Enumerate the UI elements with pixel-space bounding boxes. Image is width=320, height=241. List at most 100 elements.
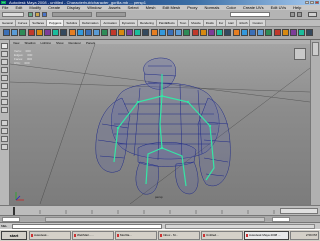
shelf-tab-general[interactable]: General xyxy=(0,20,16,26)
channel-box-tab[interactable] xyxy=(312,42,319,56)
select-tool-icon[interactable] xyxy=(1,43,8,49)
shelf-tab-animation[interactable]: Animation xyxy=(101,20,120,26)
scale-tool-icon[interactable] xyxy=(1,83,8,89)
shelf-tool-icon[interactable] xyxy=(175,29,183,36)
shelf-tab-custom[interactable]: Custom xyxy=(250,20,266,26)
shelf-tabs: General Curves Surfaces Polygons Subdivs Defo… xyxy=(0,20,320,27)
shelf-tool-icon[interactable] xyxy=(273,29,281,36)
taskbar-button[interactable]: Untitled... xyxy=(201,231,243,240)
shelf-tab-painteffects[interactable]: PaintEffects xyxy=(156,20,178,26)
taskbar-button[interactable]: Mozilla... xyxy=(115,231,157,240)
single-pane-layout-icon[interactable] xyxy=(1,120,8,126)
shelf-tool-icon[interactable] xyxy=(76,29,84,36)
shelf-tool-icon[interactable] xyxy=(224,29,232,36)
manipulator-tool-icon[interactable] xyxy=(1,91,8,97)
shelf-tool-icon[interactable] xyxy=(134,29,142,36)
shelf-tool-icon[interactable] xyxy=(298,29,306,36)
selection-mask-icons[interactable] xyxy=(52,12,92,17)
shelf-tool-icon[interactable] xyxy=(35,29,43,36)
shelf-tool-icon[interactable] xyxy=(68,29,76,36)
taskbar-button-label: Autodesk Maya 2008 ... xyxy=(249,233,281,237)
app-icon xyxy=(160,234,162,237)
render-icon[interactable] xyxy=(290,12,295,17)
shelf-tool-icon[interactable] xyxy=(109,29,117,36)
shelf-tool-icon[interactable] xyxy=(183,29,191,36)
shelf-tool-icon[interactable] xyxy=(240,29,248,36)
shelf-tool-icon[interactable] xyxy=(208,29,215,36)
shelf-tool-icon[interactable] xyxy=(199,29,207,36)
close-button[interactable] xyxy=(315,1,319,4)
shelf-tool-icon[interactable] xyxy=(85,29,92,36)
status-line xyxy=(0,10,320,20)
taskbar-button[interactable]: WebMail - ... xyxy=(72,231,114,240)
shelf-tool-icon[interactable] xyxy=(257,29,265,36)
lasso-tool-icon[interactable] xyxy=(1,51,8,57)
shelf-tool-icon[interactable] xyxy=(232,29,240,36)
soft-mod-tool-icon[interactable] xyxy=(1,99,8,105)
maximize-button[interactable] xyxy=(310,1,314,4)
app-icon xyxy=(203,234,205,237)
show-manipulator-icon[interactable] xyxy=(1,107,8,113)
shelf-tab-fur[interactable]: Fur xyxy=(216,20,227,26)
shelf-tool-icon[interactable] xyxy=(306,29,314,36)
shelf-tab-deformation[interactable]: Deformation xyxy=(80,20,102,26)
persp-outliner-layout-icon[interactable] xyxy=(1,136,8,142)
minimize-button[interactable] xyxy=(305,1,309,4)
open-scene-icon[interactable] xyxy=(35,12,40,17)
shelf-tool-icon[interactable] xyxy=(93,29,101,36)
shelf-tool-icon[interactable] xyxy=(19,29,27,36)
move-tool-icon[interactable] xyxy=(1,67,8,73)
shelf-tool-icon[interactable] xyxy=(216,29,224,36)
shelf-tool-icon[interactable] xyxy=(281,29,289,36)
shelf-tab-curves[interactable]: Curves xyxy=(15,20,31,26)
paint-select-tool-icon[interactable] xyxy=(1,59,8,65)
shelf-tool-icon[interactable] xyxy=(101,29,109,36)
shelf-tab-ncloth[interactable]: nCloth xyxy=(236,20,251,26)
shelf-tab-muscle[interactable]: Muscle xyxy=(189,20,204,26)
taskbar-button[interactable]: Autodesk... xyxy=(29,231,71,240)
shelf-tab-polygons[interactable]: Polygons xyxy=(47,20,65,26)
shelf-tool-icon[interactable] xyxy=(158,29,166,36)
shelf-tool-icon[interactable] xyxy=(290,29,297,36)
shelf-tool-icon[interactable] xyxy=(191,29,199,36)
shelf-tool-icon[interactable] xyxy=(44,29,51,36)
shelf-tool-icon[interactable] xyxy=(126,29,133,36)
shelf-tab-hair[interactable]: Hair xyxy=(226,20,237,26)
save-scene-icon[interactable] xyxy=(42,12,47,17)
new-scene-icon[interactable] xyxy=(28,12,33,17)
shelf-tool-icon[interactable] xyxy=(60,29,68,36)
shelf-tool-icon[interactable] xyxy=(249,29,256,36)
shelf-tool-icon[interactable] xyxy=(3,29,10,36)
shelf-tab-toon[interactable]: Toon xyxy=(177,20,190,26)
ipr-render-icon[interactable] xyxy=(297,12,302,17)
shelf-tool-icon[interactable] xyxy=(265,29,273,36)
quick-rename-field[interactable] xyxy=(230,12,270,17)
hud-value: 000 xyxy=(24,61,30,65)
shelf-tool-icon[interactable] xyxy=(142,29,150,36)
shelf-tool-icon[interactable] xyxy=(27,29,35,36)
shelf-tab-fluids[interactable]: Fluids xyxy=(203,20,217,26)
four-pane-layout-icon[interactable] xyxy=(1,128,8,134)
shelf-tab-subdivs[interactable]: Subdivs xyxy=(64,20,81,26)
shelf-tab-dynamics[interactable]: Dynamics xyxy=(119,20,138,26)
persp-graph-layout-icon[interactable] xyxy=(1,144,8,150)
shelf-tool-icon[interactable] xyxy=(167,29,174,36)
taskbar-button-label: Mozilla... xyxy=(120,233,132,237)
view-cube-icon[interactable] xyxy=(294,48,306,60)
shelf-tab-rendering[interactable]: Rendering xyxy=(137,20,157,26)
shelf-tab-surfaces[interactable]: Surfaces xyxy=(30,20,48,26)
shelf-tool-icon[interactable] xyxy=(117,29,125,36)
channel-box-toggle-icon[interactable] xyxy=(308,12,317,17)
playback-controls[interactable] xyxy=(280,208,318,214)
perspective-viewport[interactable]: persp xyxy=(10,44,310,204)
menu-set-dropdown[interactable] xyxy=(2,12,24,17)
shelf-tool-icon[interactable] xyxy=(150,29,158,36)
taskbar-button[interactable]: Autodesk Maya 2008 ... xyxy=(244,231,289,240)
taskbar-button[interactable]: Inbox - M... xyxy=(158,231,200,240)
shelf-tool-icon[interactable] xyxy=(52,29,60,36)
start-button[interactable]: start xyxy=(1,231,27,240)
snap-icons[interactable] xyxy=(96,12,126,17)
rotate-tool-icon[interactable] xyxy=(1,75,8,81)
shelf-tool-icon[interactable] xyxy=(11,29,19,36)
app-icon xyxy=(74,234,76,237)
